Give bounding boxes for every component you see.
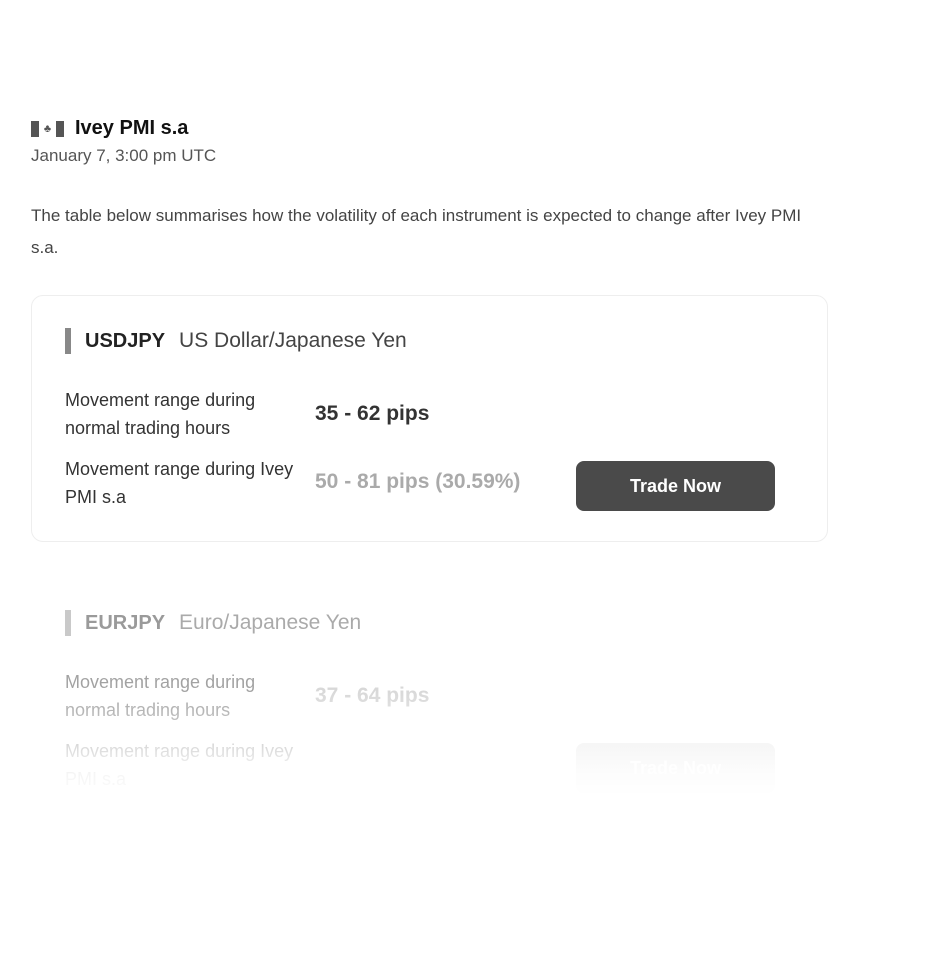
normal-range-label: Movement range during normal trading hou…: [65, 672, 256, 720]
event-header: ♣ Ivey PMI s.a: [31, 117, 188, 140]
normal-range-value: 35 - 62 pips: [315, 402, 430, 425]
instrument-symbol: EURJPY: [85, 611, 166, 634]
instrument-symbol: USDJPY: [85, 329, 166, 352]
event-range-label: Movement range during Ivey PMI s.a: [65, 741, 294, 789]
intro-text: The table below summarises how the volat…: [31, 206, 802, 257]
accent-bar: [65, 610, 71, 636]
trade-now-button[interactable]: Trade Now: [576, 461, 775, 511]
event-range-label: Movement range during Ivey PMI s.a: [65, 459, 294, 507]
instrument-name: Euro/Japanese Yen: [179, 611, 362, 634]
normal-range-value: 37 - 64 pips: [315, 684, 430, 707]
trade-now-button[interactable]: Trade Now: [576, 743, 775, 793]
instrument-header: EURJPY Euro/Japanese Yen: [65, 609, 361, 637]
accent-bar: [65, 328, 71, 354]
event-range-value: 50 - 81 pips (30.59%): [315, 470, 521, 493]
instrument-header: USDJPY US Dollar/Japanese Yen: [65, 327, 407, 355]
canada-flag-icon: ♣: [31, 120, 64, 137]
instrument-card-eurjpy: EURJPY Euro/Japanese Yen Movement range …: [31, 577, 828, 824]
normal-range-label: Movement range during normal trading hou…: [65, 390, 256, 438]
instrument-name: US Dollar/Japanese Yen: [179, 329, 407, 352]
instrument-card-usdjpy: USDJPY US Dollar/Japanese Yen Movement r…: [31, 295, 828, 542]
event-title: Ivey PMI s.a: [75, 117, 189, 139]
event-time: January 7, 3:00 pm UTC: [31, 146, 217, 165]
